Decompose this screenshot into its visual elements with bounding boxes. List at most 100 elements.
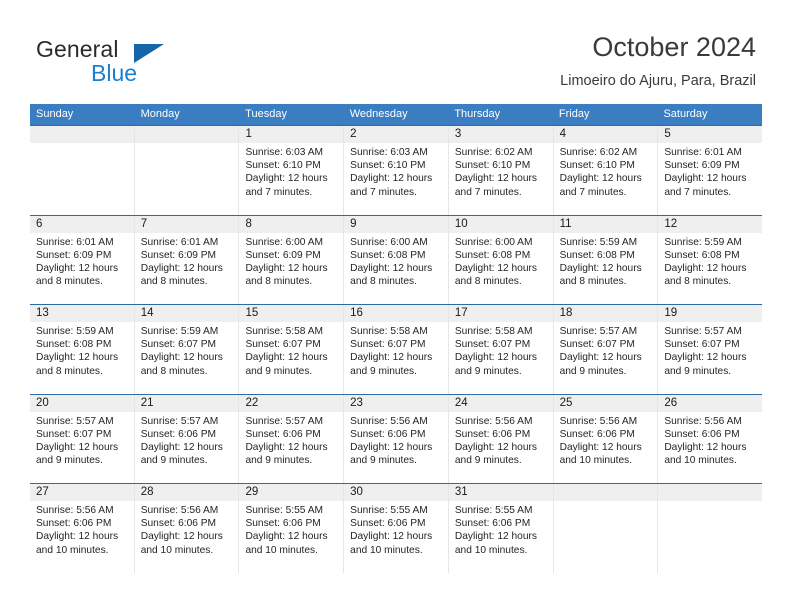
calendar-day-cell[interactable]: 31 Sunrise: 5:55 AM Sunset: 6:06 PM Dayligh… xyxy=(448,484,554,573)
calendar-day-cell[interactable]: 21 Sunrise: 5:57 AM Sunset: 6:06 PM Dayligh… xyxy=(134,394,240,483)
day-number: 15 xyxy=(245,307,259,319)
sunset-text: Sunset: 6:07 PM xyxy=(36,428,112,440)
calendar-day-cell[interactable]: 22 Sunrise: 5:57 AM Sunset: 6:06 PM Dayligh… xyxy=(239,394,345,483)
day-details: Sunrise: 5:59 AM Sunset: 6:08 PM Daylight:… xyxy=(30,322,134,378)
calendar-day-cell[interactable]: 26 Sunrise: 5:56 AM Sunset: 6:06 PM Dayligh… xyxy=(658,394,763,483)
daylight-text: Daylight: 12 hours and 9 minutes. xyxy=(454,441,537,467)
sunrise-text: Sunrise: 6:00 AM xyxy=(454,236,533,248)
daylight-text: Daylight: 12 hours and 8 minutes. xyxy=(559,262,642,288)
calendar-day-cell[interactable]: 1 Sunrise: 6:03 AM Sunset: 6:10 PM Daylight… xyxy=(239,126,345,215)
calendar-day-cell[interactable]: 6 Sunrise: 6:01 AM Sunset: 6:09 PM Daylight… xyxy=(30,215,135,304)
calendar-week-row: 6 Sunrise: 6:01 AM Sunset: 6:09 PM Daylight… xyxy=(30,214,763,304)
calendar-day-cell[interactable]: 24 Sunrise: 5:56 AM Sunset: 6:06 PM Dayligh… xyxy=(448,394,554,483)
calendar-day-cell[interactable]: 10 Sunrise: 6:00 AM Sunset: 6:08 PM Dayligh… xyxy=(448,215,554,304)
calendar-day-cell[interactable]: 12 Sunrise: 5:59 AM Sunset: 6:08 PM Dayligh… xyxy=(658,215,763,304)
calendar-day-cell[interactable]: 2 Sunrise: 6:03 AM Sunset: 6:10 PM Daylight… xyxy=(344,126,449,215)
day-details: Sunrise: 5:59 AM Sunset: 6:08 PM Daylight:… xyxy=(554,233,658,289)
day-number: 19 xyxy=(664,307,678,319)
day-number: 12 xyxy=(664,217,678,230)
calendar-day-cell[interactable]: 28 Sunrise: 5:56 AM Sunset: 6:06 PM Dayligh… xyxy=(134,484,240,573)
calendar-day-cell[interactable]: 13 Sunrise: 5:59 AM Sunset: 6:08 PM Dayligh… xyxy=(30,305,135,394)
calendar-page: General Blue October 2024 Limoeiro do Aj… xyxy=(0,0,792,612)
daylight-text: Daylight: 12 hours and 10 minutes. xyxy=(664,441,747,467)
day-details: Sunrise: 5:56 AM Sunset: 6:06 PM Daylight:… xyxy=(449,412,553,468)
day-number-band: 8 xyxy=(239,215,344,233)
calendar-day-cell[interactable]: 4 Sunrise: 6:02 AM Sunset: 6:10 PM Daylight… xyxy=(553,126,659,215)
day-number: 9 xyxy=(350,217,357,230)
day-details: Sunrise: 5:57 AM Sunset: 6:07 PM Daylight:… xyxy=(658,322,762,378)
calendar-day-cell[interactable]: 25 Sunrise: 5:56 AM Sunset: 6:06 PM Dayligh… xyxy=(553,394,659,483)
calendar-day-cell[interactable]: 11 Sunrise: 5:59 AM Sunset: 6:08 PM Dayligh… xyxy=(553,215,659,304)
day-number-band: 16 xyxy=(344,305,448,322)
calendar-week-row: 13 Sunrise: 5:59 AM Sunset: 6:08 PM Dayligh… xyxy=(30,304,763,394)
weekday-header-row: Sunday Monday Tuesday Wednesday Thursday Frid… xyxy=(30,104,762,125)
sunset-text: Sunset: 6:06 PM xyxy=(454,518,531,530)
calendar-day-cell[interactable]: 29 Sunrise: 5:55 AM Sunset: 6:06 PM Dayligh… xyxy=(239,484,345,573)
calendar-day-cell[interactable]: 18 Sunrise: 5:57 AM Sunset: 6:07 PM Dayligh… xyxy=(553,305,659,394)
brand-name-general: General xyxy=(36,36,119,62)
calendar-day-cell[interactable]: 27 Sunrise: 5:56 AM Sunset: 6:06 PM Dayligh… xyxy=(30,484,135,573)
day-number-band: 2 xyxy=(344,126,448,143)
day-number: 29 xyxy=(245,486,259,498)
sunset-text: Sunset: 6:07 PM xyxy=(350,339,426,351)
sunrise-text: Sunrise: 5:58 AM xyxy=(245,326,324,337)
calendar-day-cell-empty xyxy=(553,484,659,573)
day-number-band: 1 xyxy=(239,126,344,143)
weekday-header-sunday: Sunday xyxy=(36,108,74,120)
calendar-day-cell[interactable]: 30 Sunrise: 5:55 AM Sunset: 6:06 PM Dayligh… xyxy=(344,484,449,573)
calendar-day-cell[interactable]: 7 Sunrise: 6:01 AM Sunset: 6:09 PM Daylight… xyxy=(134,215,240,304)
sunset-text: Sunset: 6:07 PM xyxy=(559,339,635,351)
day-details: Sunrise: 5:57 AM Sunset: 6:07 PM Daylight:… xyxy=(554,322,658,378)
calendar-day-cell[interactable]: 17 Sunrise: 5:58 AM Sunset: 6:07 PM Dayligh… xyxy=(448,305,554,394)
calendar-day-cell[interactable]: 15 Sunrise: 5:58 AM Sunset: 6:07 PM Dayligh… xyxy=(239,305,345,394)
calendar-day-cell[interactable]: 9 Sunrise: 6:00 AM Sunset: 6:08 PM Daylight… xyxy=(344,215,449,304)
day-number-band xyxy=(134,126,239,143)
daylight-text: Daylight: 12 hours and 8 minutes. xyxy=(36,352,119,377)
sunrise-text: Sunrise: 5:57 AM xyxy=(245,415,324,427)
calendar-day-cell-empty xyxy=(134,126,240,215)
day-number-band: 19 xyxy=(658,305,763,322)
day-number: 11 xyxy=(559,217,572,230)
brand-logo[interactable]: General Blue xyxy=(36,36,276,88)
day-details: Sunrise: 6:01 AM Sunset: 6:09 PM Daylight:… xyxy=(135,233,239,289)
day-details: Sunrise: 5:56 AM Sunset: 6:06 PM Daylight:… xyxy=(344,412,448,468)
day-number-band: 18 xyxy=(553,305,658,322)
calendar-day-cell[interactable]: 16 Sunrise: 5:58 AM Sunset: 6:07 PM Dayligh… xyxy=(344,305,449,394)
calendar-day-cell[interactable]: 20 Sunrise: 5:57 AM Sunset: 6:07 PM Dayligh… xyxy=(30,394,135,483)
day-details: Sunrise: 6:00 AM Sunset: 6:08 PM Daylight:… xyxy=(449,233,553,289)
page-title: October 2024 xyxy=(592,32,756,62)
day-details: Sunrise: 5:59 AM Sunset: 6:08 PM Daylight:… xyxy=(658,233,762,289)
day-details: Sunrise: 5:56 AM Sunset: 6:06 PM Daylight:… xyxy=(658,412,762,468)
sunrise-text: Sunrise: 5:57 AM xyxy=(36,415,114,427)
sunset-text: Sunset: 6:07 PM xyxy=(140,339,217,351)
daylight-text: Daylight: 12 hours and 9 minutes. xyxy=(454,352,537,377)
calendar-day-cell[interactable]: 8 Sunrise: 6:00 AM Sunset: 6:09 PM Daylight… xyxy=(239,215,345,304)
calendar-day-cell[interactable]: 19 Sunrise: 5:57 AM Sunset: 6:07 PM Dayligh… xyxy=(658,305,763,394)
sunrise-text: Sunrise: 5:56 AM xyxy=(664,415,742,427)
brand-name-blue: Blue xyxy=(91,60,138,86)
sunset-text: Sunset: 6:09 PM xyxy=(664,160,740,172)
day-number-band: 20 xyxy=(30,394,134,412)
calendar-day-cell[interactable]: 5 Sunrise: 6:01 AM Sunset: 6:09 PM Daylight… xyxy=(658,126,763,215)
calendar-day-cell[interactable]: 3 Sunrise: 6:02 AM Sunset: 6:10 PM Daylight… xyxy=(448,126,554,215)
day-number-band: 6 xyxy=(30,215,134,233)
weekday-header-thursday: Thursday xyxy=(454,108,501,120)
daylight-text: Daylight: 12 hours and 9 minutes. xyxy=(664,352,747,377)
day-number-band: 22 xyxy=(239,394,344,412)
daylight-text: Daylight: 12 hours and 7 minutes. xyxy=(245,173,328,198)
day-number-band: 31 xyxy=(448,484,553,501)
calendar-day-cell[interactable]: 23 Sunrise: 5:56 AM Sunset: 6:06 PM Dayligh… xyxy=(344,394,449,483)
calendar-day-cell[interactable]: 14 Sunrise: 5:59 AM Sunset: 6:07 PM Dayligh… xyxy=(134,305,240,394)
day-number-band: 7 xyxy=(134,215,239,233)
sunrise-text: Sunrise: 5:55 AM xyxy=(245,505,324,516)
weekday-header-friday: Friday xyxy=(558,108,590,120)
day-details: Sunrise: 6:01 AM Sunset: 6:09 PM Daylight:… xyxy=(658,143,762,199)
page-header: General Blue October 2024 Limoeiro do Aj… xyxy=(0,0,792,100)
day-number-band: 21 xyxy=(134,394,239,412)
sunset-text: Sunset: 6:06 PM xyxy=(245,518,321,530)
daylight-text: Daylight: 12 hours and 9 minutes. xyxy=(36,441,119,467)
day-number: 2 xyxy=(350,128,357,140)
day-number: 7 xyxy=(140,217,148,230)
sunrise-text: Sunrise: 5:59 AM xyxy=(559,236,638,248)
day-number: 31 xyxy=(454,486,468,498)
